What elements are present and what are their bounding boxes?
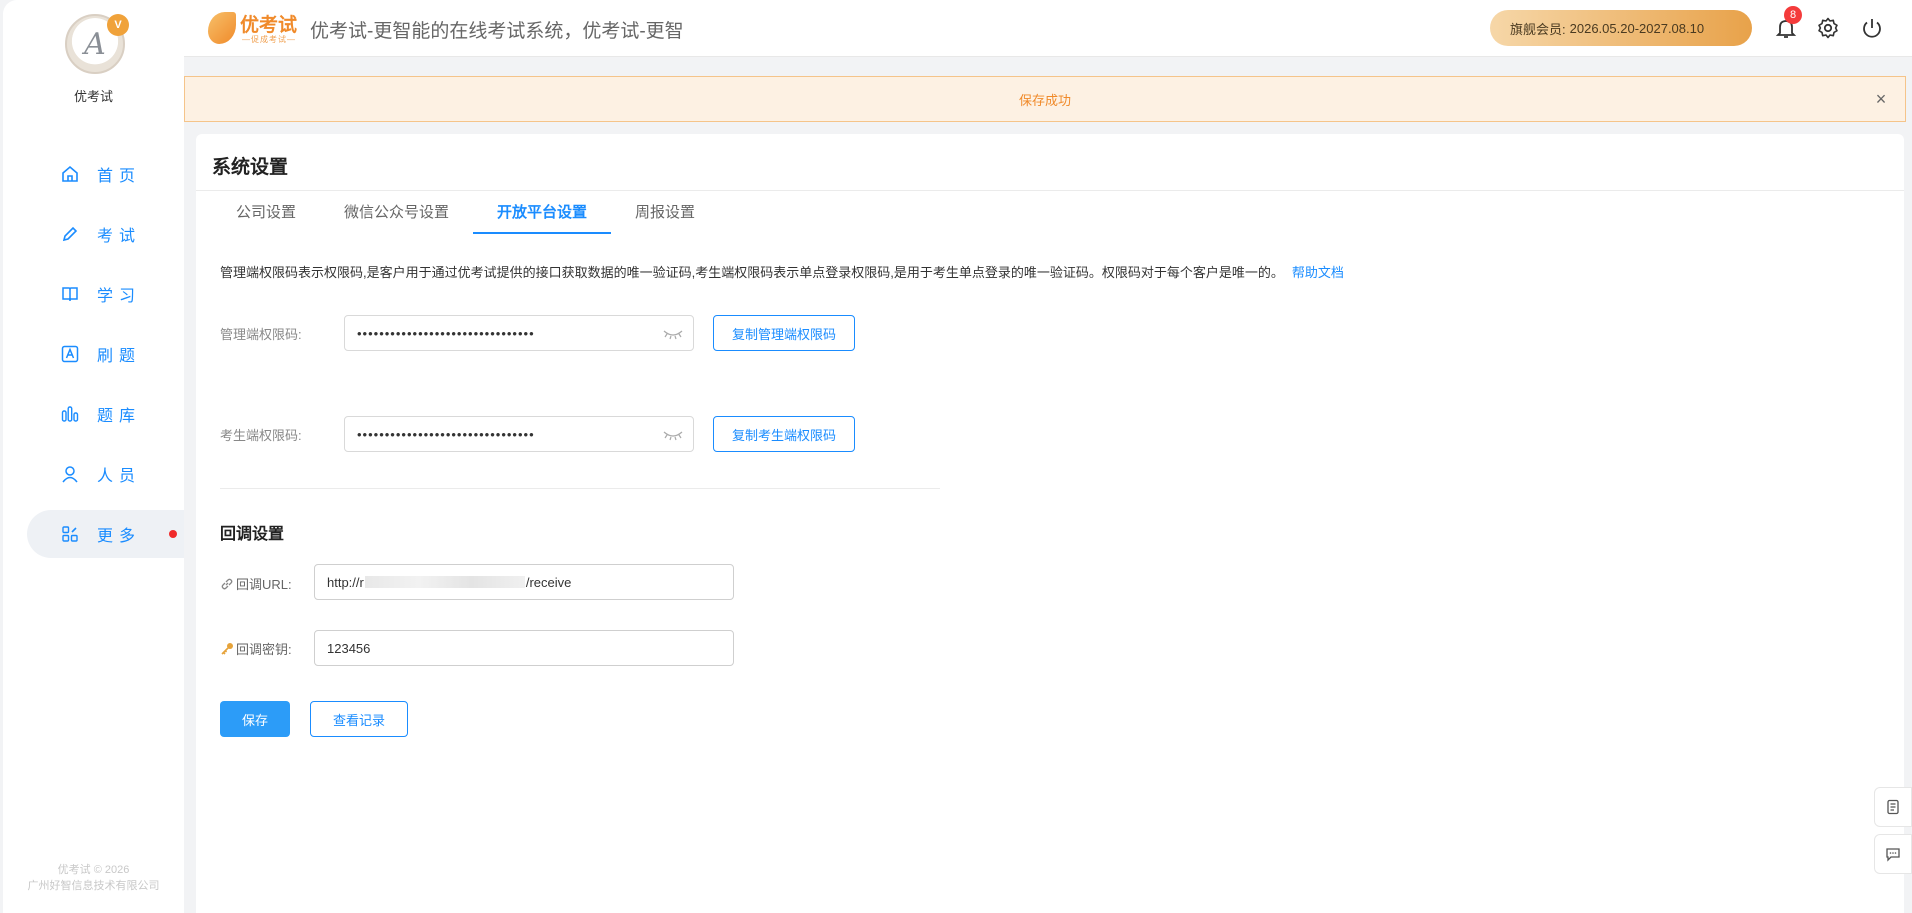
- sidebar-item-label: 更多: [97, 528, 142, 545]
- member-label: 旗舰会员:: [1510, 21, 1566, 37]
- sidebar-item-more[interactable]: 更多: [27, 510, 184, 558]
- power-icon[interactable]: [1860, 16, 1884, 40]
- member-badge[interactable]: 旗舰会员: 2026.05.20-2027.08.10: [1490, 10, 1752, 46]
- help-doc-link[interactable]: 帮助文档: [1292, 265, 1344, 280]
- gear-icon[interactable]: [1816, 16, 1840, 40]
- admin-code-field[interactable]: ••••••••••••••••••••••••••••••••: [344, 315, 694, 351]
- logo-subtext: —促成考试—: [242, 35, 296, 44]
- chat-icon: [1886, 848, 1900, 862]
- callback-url-input[interactable]: http://r/receive: [314, 564, 734, 600]
- sidebar-item-label: 学习: [97, 288, 142, 305]
- key-icon: [221, 642, 233, 655]
- sidebar-item-exam[interactable]: 考试: [3, 210, 184, 258]
- member-period: 2026.05.20-2027.08.10: [1569, 20, 1705, 36]
- callback-url-label: 回调URL:: [220, 574, 292, 593]
- success-alert: 保存成功 ×: [184, 76, 1906, 122]
- link-icon: [221, 578, 233, 589]
- user-name: 优考试: [73, 89, 113, 104]
- grid-icon: [62, 526, 78, 542]
- sidebar-item-label: 题库: [97, 408, 142, 425]
- eye-closed-icon[interactable]: [663, 328, 683, 340]
- sidebar-item-label: 考试: [97, 228, 142, 245]
- company-name: 广州好智信息技术有限公司: [27, 880, 160, 892]
- callback-url-prefix: http://r: [327, 574, 364, 590]
- copy-student-code-button[interactable]: 复制考生端权限码: [713, 416, 855, 452]
- sidebar: A V 优考试 首页 考试 学习 刷题 题库 人员 更多 优考试 © 2026 …: [3, 0, 184, 913]
- section-divider: [220, 488, 940, 489]
- alert-message: 保存成功: [1018, 92, 1071, 108]
- callback-url-label-text: 回调URL:: [236, 577, 292, 592]
- bars-icon: [61, 406, 79, 422]
- callback-section-title: 回调设置: [220, 526, 285, 543]
- sidebar-item-label: 刷题: [97, 348, 142, 365]
- sidebar-item-label: 人员: [97, 468, 142, 485]
- top-header: 优考试 —促成考试— 优考试-更智能的在线考试系统，优考试-更智 旗舰会员: 2…: [184, 0, 1912, 57]
- tab-weekly-report[interactable]: 周报设置: [611, 192, 719, 234]
- tab-company[interactable]: 公司设置: [196, 192, 320, 234]
- person-icon: [62, 466, 78, 483]
- logo[interactable]: 优考试 —促成考试—: [208, 10, 308, 46]
- description: 管理端权限码表示权限码,是客户用于通过优考试提供的接口获取数据的唯一验证码,考生…: [220, 262, 1344, 281]
- description-text: 管理端权限码表示权限码,是客户用于通过优考试提供的接口获取数据的唯一验证码,考生…: [220, 265, 1284, 280]
- close-icon[interactable]: ×: [1871, 89, 1891, 109]
- sidebar-footer: 优考试 © 2026 广州好智信息技术有限公司: [3, 862, 184, 894]
- page-title: 系统设置: [212, 157, 289, 178]
- callback-url-suffix: /receive: [525, 574, 572, 590]
- admin-code-value: ••••••••••••••••••••••••••••••••: [357, 325, 535, 341]
- notification-badge: 8: [1784, 6, 1802, 24]
- callback-secret-label: 回调密钥:: [220, 639, 292, 658]
- sidebar-nav: 首页 考试 学习 刷题 题库 人员 更多: [3, 150, 184, 570]
- tab-open-platform[interactable]: 开放平台设置: [473, 192, 612, 234]
- divider: [196, 190, 1904, 191]
- logo-text: 优考试: [240, 15, 298, 36]
- vip-crown-icon: V: [107, 14, 129, 36]
- eye-closed-icon[interactable]: [663, 429, 683, 441]
- callback-secret-value: 123456: [327, 640, 371, 656]
- document-float-button[interactable]: [1874, 787, 1912, 827]
- student-code-label: 考生端权限码:: [220, 428, 302, 443]
- letter-a-icon: [61, 345, 79, 363]
- notification-dot: [169, 530, 177, 538]
- callback-secret-input[interactable]: 123456: [314, 630, 734, 666]
- sidebar-item-people[interactable]: 人员: [3, 450, 184, 498]
- site-title: 优考试-更智能的在线考试系统，优考试-更智: [310, 21, 684, 42]
- student-code-value: ••••••••••••••••••••••••••••••••: [357, 426, 535, 442]
- view-records-button[interactable]: 查看记录: [310, 701, 408, 737]
- sidebar-item-question-bank[interactable]: 题库: [3, 390, 184, 438]
- save-button[interactable]: 保存: [220, 701, 290, 737]
- admin-code-label: 管理端权限码:: [220, 327, 302, 342]
- copyright-text: 优考试 © 2026: [57, 864, 130, 876]
- sidebar-item-study[interactable]: 学习: [3, 270, 184, 318]
- callback-secret-label-text: 回调密钥:: [236, 642, 292, 657]
- chat-float-button[interactable]: [1874, 834, 1912, 874]
- tab-wechat[interactable]: 微信公众号设置: [320, 192, 473, 234]
- sidebar-item-home[interactable]: 首页: [3, 150, 184, 198]
- logo-mark-icon: [208, 12, 236, 44]
- redacted-region: [364, 576, 525, 588]
- home-icon: [62, 165, 78, 182]
- copy-admin-code-button[interactable]: 复制管理端权限码: [713, 315, 855, 351]
- sidebar-item-practice[interactable]: 刷题: [3, 330, 184, 378]
- book-icon: [62, 287, 78, 302]
- student-code-field[interactable]: ••••••••••••••••••••••••••••••••: [344, 416, 694, 452]
- document-icon: [1887, 799, 1899, 815]
- pen-icon: [62, 226, 78, 242]
- settings-tabs: 公司设置 微信公众号设置 开放平台设置 周报设置: [196, 192, 719, 234]
- sidebar-item-label: 首页: [97, 168, 142, 185]
- settings-card: 系统设置 公司设置 微信公众号设置 开放平台设置 周报设置 管理端权限码表示权限…: [196, 134, 1904, 913]
